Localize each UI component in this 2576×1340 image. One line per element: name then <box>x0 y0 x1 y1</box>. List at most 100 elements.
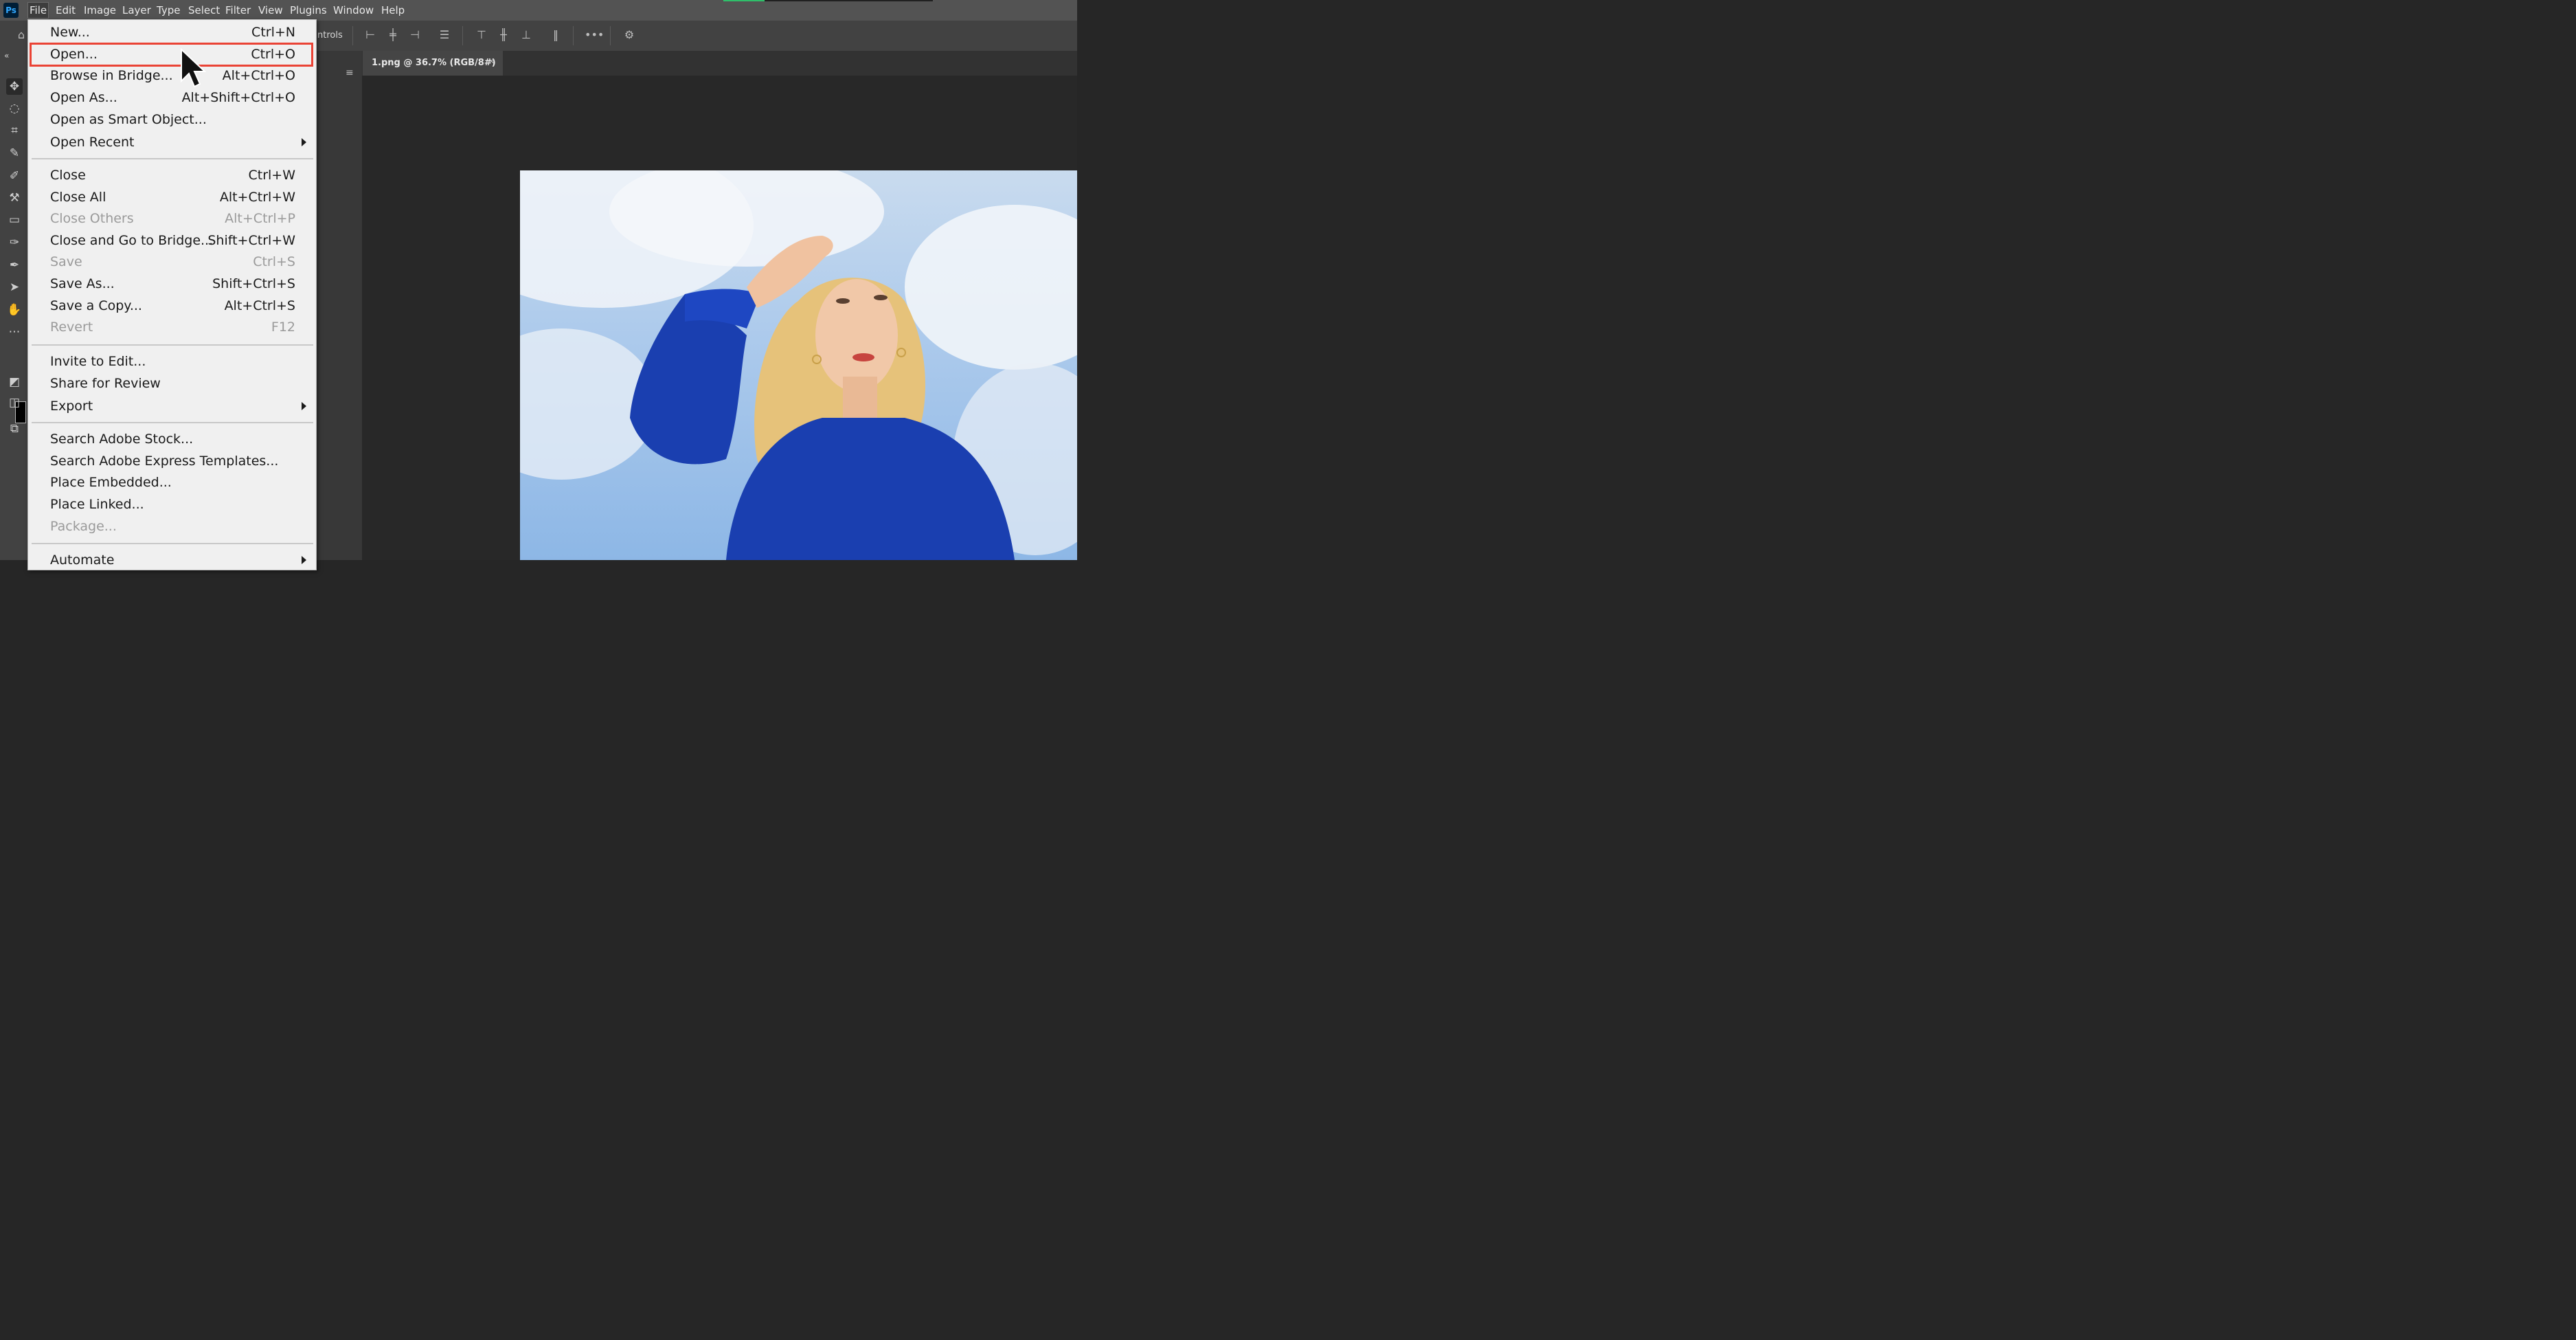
menu-item-close-all[interactable]: Close All Alt+Ctrl+W <box>28 187 316 208</box>
menu-item-label: Revert <box>50 320 93 335</box>
menu-item-open-recent[interactable]: Open Recent <box>28 132 316 153</box>
move-tool-icon[interactable]: ✥ <box>6 78 23 95</box>
dodge-tool-icon[interactable]: ✑ <box>6 234 23 251</box>
gradient-tool-icon[interactable]: ▭ <box>6 212 23 228</box>
menu-item-label: Invite to Edit... <box>50 354 146 369</box>
menu-edit[interactable]: Edit <box>56 4 76 16</box>
menu-item-label: Save <box>50 254 82 269</box>
crop-tool-icon[interactable]: ⌗ <box>6 122 23 139</box>
close-tab-icon[interactable]: × <box>488 56 495 67</box>
menu-item-label: Browse in Bridge... <box>50 68 173 83</box>
menu-item-open-smart-object[interactable]: Open as Smart Object... <box>28 109 316 130</box>
menu-separator <box>32 543 313 544</box>
menu-item-close[interactable]: Close Ctrl+W <box>28 165 316 186</box>
align-middle-icon[interactable]: ╫ <box>496 27 511 43</box>
brush-tool-icon[interactable]: ✐ <box>6 168 23 184</box>
shortcut: Alt+Shift+Ctrl+O <box>181 90 295 105</box>
menu-item-save-a-copy[interactable]: Save a Copy... Alt+Ctrl+S <box>28 295 316 316</box>
gear-icon[interactable]: ⚙ <box>622 27 637 43</box>
more-tools-icon[interactable]: ⋯ <box>6 324 23 340</box>
pen-tool-icon[interactable]: ✒ <box>6 257 23 273</box>
menu-plugins[interactable]: Plugins <box>290 4 327 16</box>
distribute-icon[interactable]: ☰ <box>437 27 452 43</box>
menu-separator <box>32 422 313 423</box>
menu-item-label: Save As... <box>50 276 115 291</box>
screen-mode-icon[interactable]: ⧉ <box>6 421 23 437</box>
submenu-arrow-icon <box>302 402 306 410</box>
clone-stamp-tool-icon[interactable]: ⚒ <box>6 190 23 206</box>
menu-item-place-embedded[interactable]: Place Embedded... <box>28 472 316 493</box>
menu-item-label: Open Recent <box>50 135 135 150</box>
menu-item-export[interactable]: Export <box>28 396 316 416</box>
menu-item-new[interactable]: New... Ctrl+N <box>28 22 316 43</box>
menu-item-invite-to-edit[interactable]: Invite to Edit... <box>28 351 316 372</box>
menu-item-open-as[interactable]: Open As... Alt+Shift+Ctrl+O <box>28 87 316 108</box>
align-center-icon[interactable]: ╪ <box>385 27 400 43</box>
file-menu-dropdown: New... Ctrl+N Open... Ctrl+O Browse in Bri… <box>27 19 317 570</box>
home-icon[interactable]: ⌂ <box>14 27 29 43</box>
menu-item-share-for-review[interactable]: Share for Review <box>28 373 316 394</box>
align-right-icon[interactable]: ⊣ <box>407 27 422 43</box>
collapse-panel-icon[interactable]: « <box>4 51 9 60</box>
align-top-icon[interactable]: ⊤ <box>474 27 489 43</box>
menu-separator <box>32 344 313 346</box>
menu-item-search-adobe-stock[interactable]: Search Adobe Stock... <box>28 429 316 449</box>
menu-help[interactable]: Help <box>381 4 405 16</box>
distribute-vertical-icon[interactable]: ‖ <box>548 27 563 43</box>
menu-item-search-express-templates[interactable]: Search Adobe Express Templates... <box>28 451 316 471</box>
divider <box>610 26 611 45</box>
menu-item-revert: Revert F12 <box>28 317 316 337</box>
menu-item-label: Automate <box>50 552 115 568</box>
submenu-arrow-icon <box>302 556 306 564</box>
menu-view[interactable]: View <box>258 4 283 16</box>
menu-type[interactable]: Type <box>157 4 180 16</box>
swap-colors-icon[interactable]: ◩ <box>6 374 23 390</box>
divider <box>352 26 353 45</box>
shortcut: Shift+Ctrl+W <box>207 233 295 248</box>
menu-image[interactable]: Image <box>84 4 116 16</box>
document-tab-title: 1.png @ 36.7% (RGB/8#) <box>372 58 496 68</box>
align-bottom-icon[interactable]: ⊥ <box>519 27 534 43</box>
quick-mask-icon[interactable]: ◫ <box>6 394 23 411</box>
menu-item-automate[interactable]: Automate <box>28 550 316 570</box>
divider <box>462 26 463 45</box>
shortcut: Shift+Ctrl+S <box>212 276 295 291</box>
shortcut: Alt+Ctrl+S <box>224 298 295 313</box>
divider <box>573 26 574 45</box>
document-image[interactable] <box>520 170 1077 560</box>
menu-item-browse-in-bridge[interactable]: Browse in Bridge... Alt+Ctrl+O <box>28 65 316 86</box>
menu-item-label: Place Linked... <box>50 497 144 512</box>
highlight-box <box>30 43 313 67</box>
menu-filter[interactable]: Filter <box>225 4 251 16</box>
menu-item-label: Close All <box>50 190 106 205</box>
menu-item-close-others: Close Others Alt+Ctrl+P <box>28 208 316 229</box>
menu-layer[interactable]: Layer <box>122 4 151 16</box>
menu-item-label: New... <box>50 25 90 40</box>
lasso-tool-icon[interactable]: ◌ <box>6 100 23 117</box>
menu-item-label: Search Adobe Express Templates... <box>50 454 279 469</box>
menu-window[interactable]: Window <box>333 4 374 16</box>
show-transform-controls-label[interactable]: ntrols <box>317 30 343 41</box>
menu-item-save-as[interactable]: Save As... Shift+Ctrl+S <box>28 273 316 294</box>
menu-item-place-linked[interactable]: Place Linked... <box>28 494 316 515</box>
shortcut: Alt+Ctrl+P <box>225 211 295 226</box>
menu-item-label: Open as Smart Object... <box>50 112 207 127</box>
more-options-icon[interactable]: ••• <box>585 27 604 43</box>
shortcut: Ctrl+N <box>251 25 295 40</box>
selection-arrow-icon[interactable]: ➤ <box>6 279 23 295</box>
eyedropper-tool-icon[interactable]: ✎ <box>6 145 23 161</box>
menu-item-close-go-to-bridge[interactable]: Close and Go to Bridge... Shift+Ctrl+W <box>28 230 316 251</box>
hand-tool-icon[interactable]: ✋ <box>6 302 23 318</box>
menu-bar: Ps File Edit Image Layer Type Select Fil… <box>0 0 1077 21</box>
align-left-icon[interactable]: ⊢ <box>363 27 378 43</box>
document-tab[interactable]: 1.png @ 36.7% (RGB/8#) × <box>363 51 503 76</box>
menu-item-save: Save Ctrl+S <box>28 252 316 272</box>
shortcut: Alt+Ctrl+O <box>222 68 295 83</box>
panel-menu-icon[interactable]: ≡ <box>346 67 354 78</box>
photoshop-logo: Ps <box>3 3 19 18</box>
menu-file[interactable]: File <box>27 2 49 19</box>
menu-item-label: Package... <box>50 519 117 534</box>
menu-select[interactable]: Select <box>188 4 220 16</box>
tools-panel: « ✥ ◌ ⌗ ✎ ✐ ⚒ ▭ ✑ ✒ ➤ ✋ ⋯ ◩ ◫ ⧉ <box>0 51 27 560</box>
menu-item-label: Save a Copy... <box>50 298 142 313</box>
